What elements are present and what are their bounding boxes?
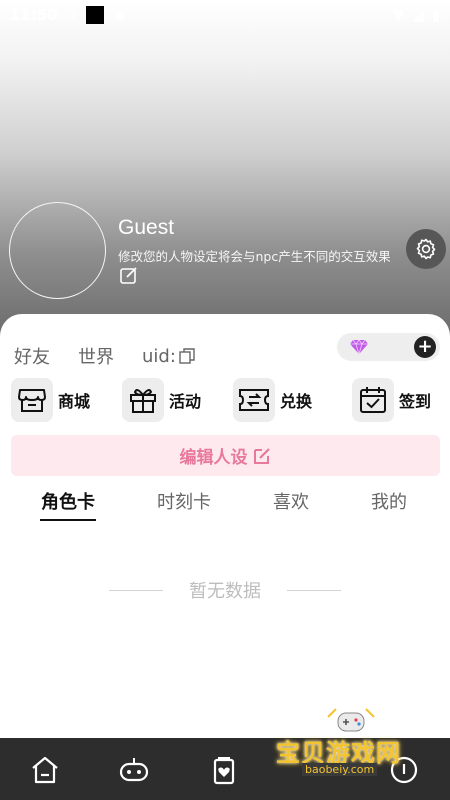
- empty-state: 暂无数据: [0, 577, 450, 603]
- gamepad-logo-icon: [327, 708, 375, 732]
- signal-icon: ◢: [412, 6, 424, 24]
- nav-cards[interactable]: [208, 754, 240, 786]
- shop-label: 商城: [58, 392, 91, 411]
- gift-icon: [130, 389, 156, 413]
- uid-label: uid:: [142, 345, 176, 367]
- watermark-url: baobeiy.com: [302, 763, 378, 776]
- edit-persona-label: 编辑人设: [179, 448, 248, 468]
- diamond-icon: [349, 339, 369, 359]
- image-icon: ▣: [113, 7, 126, 23]
- uid-copy[interactable]: uid:: [142, 346, 196, 367]
- gear-icon: [416, 238, 436, 260]
- tab-label: 我的: [371, 492, 407, 513]
- battery-icon: ▮: [431, 6, 440, 24]
- calendar-check-icon: [360, 387, 386, 413]
- add-gems-button[interactable]: +: [414, 336, 436, 358]
- heart-card-icon: [213, 757, 235, 785]
- wifi-icon: ▼: [392, 6, 405, 24]
- tab-mine[interactable]: 我的: [364, 488, 414, 514]
- tab-label: 喜欢: [273, 492, 309, 513]
- edit-persona-button[interactable]: 编辑人设: [11, 435, 440, 476]
- social-tabs: 好友 世界 uid:: [14, 343, 196, 369]
- download-icon: ⤓: [69, 7, 76, 23]
- tab-label: 时刻卡: [157, 492, 211, 513]
- copy-icon[interactable]: [178, 347, 196, 365]
- settings-button[interactable]: [406, 229, 446, 269]
- gamepad-icon: [119, 758, 149, 782]
- gem-balance: +: [337, 333, 440, 361]
- nav-game[interactable]: [118, 754, 150, 786]
- edit-icon: [253, 447, 270, 464]
- shop-icon: [18, 389, 46, 412]
- tab-label: 角色卡: [41, 492, 95, 513]
- status-time: 11:50: [10, 6, 58, 24]
- avatar[interactable]: [9, 202, 106, 299]
- edit-profile-icon[interactable]: [119, 265, 139, 285]
- redeem-label: 兑换: [280, 392, 313, 411]
- nav-home[interactable]: [29, 754, 61, 786]
- profile-name: Guest: [118, 216, 175, 239]
- tab-likes[interactable]: 喜欢: [266, 488, 316, 514]
- checkin-label: 签到: [399, 392, 432, 411]
- empty-text: 暂无数据: [189, 581, 261, 602]
- profile-description: 修改您的人物设定将会与npc产生不同的交互效果: [118, 249, 391, 264]
- shop-button[interactable]: 商城: [11, 378, 90, 422]
- tab-world[interactable]: 世界: [78, 343, 114, 369]
- tab-moment-cards[interactable]: 时刻卡: [150, 488, 218, 514]
- tab-friends[interactable]: 好友: [14, 343, 50, 369]
- events-label: 活动: [169, 392, 202, 411]
- status-bar: 11:50 ⤓ ▣ ▼ ◢ ▮: [0, 0, 450, 30]
- content-tabs: 角色卡 时刻卡 喜欢 我的: [0, 488, 450, 528]
- active-tab-indicator: [40, 519, 96, 521]
- quick-actions: 商城 活动 兑换 签到: [0, 378, 450, 424]
- ticket-exchange-icon: [239, 389, 269, 411]
- divider: [109, 589, 163, 591]
- home-icon: [32, 756, 58, 784]
- watermark: 宝贝游戏网 baobeiy.com: [272, 707, 432, 787]
- divider: [287, 589, 341, 591]
- tab-character-cards[interactable]: 角色卡: [34, 488, 102, 521]
- events-button[interactable]: 活动: [122, 378, 201, 422]
- notification-square-icon: [85, 6, 104, 24]
- checkin-button[interactable]: 签到: [352, 378, 431, 422]
- redeem-button[interactable]: 兑换: [233, 378, 312, 422]
